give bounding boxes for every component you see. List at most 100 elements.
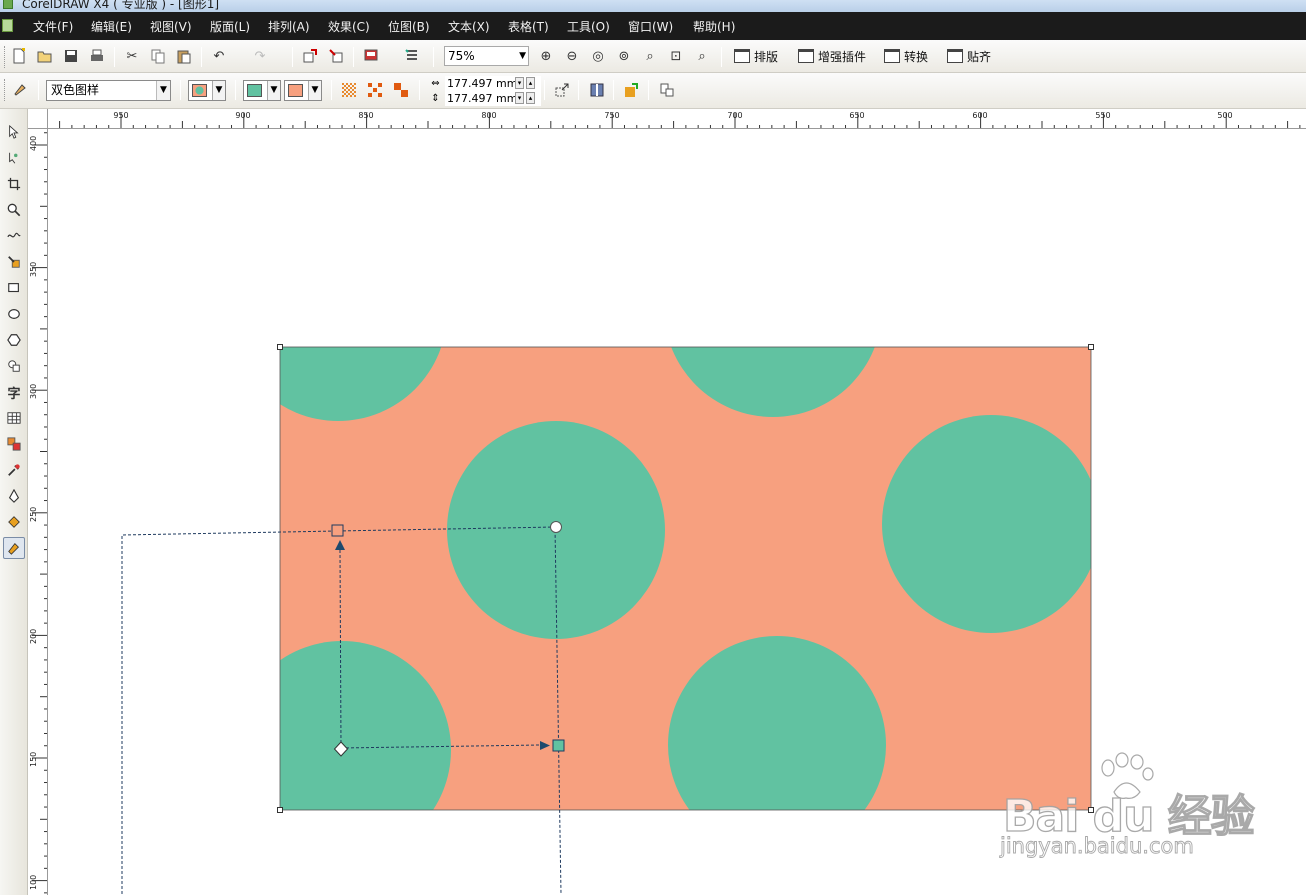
menu-table[interactable]: 表格(T) [508, 19, 549, 35]
menu-window[interactable]: 窗口(W) [628, 19, 673, 35]
freehand-tool-icon[interactable] [3, 225, 25, 247]
back-color-picker[interactable]: ▼ [284, 80, 322, 101]
pattern-picker[interactable]: ▼ [188, 80, 226, 101]
convert-plugin-button[interactable]: 转换 [884, 47, 928, 65]
layout-plugin-button[interactable]: 排版 [734, 47, 778, 65]
h-ruler-label: 800 [481, 111, 497, 120]
zoom-dropdown-icon[interactable]: ▼ [519, 47, 526, 65]
copy-icon[interactable] [148, 46, 168, 66]
interactive-fill-tool-icon[interactable] [3, 537, 25, 559]
tile-height-spinner[interactable]: ▴ [526, 92, 535, 104]
menu-effects[interactable]: 效果(C) [328, 19, 370, 35]
zoom-page-height-icon[interactable]: ⌕ [692, 46, 712, 66]
polygon-tool-icon[interactable] [3, 329, 25, 351]
basic-shapes-tool-icon[interactable] [3, 355, 25, 377]
copy-fill-properties-icon[interactable] [621, 80, 641, 100]
crop-tool-icon[interactable] [3, 173, 25, 195]
tile-width-spinner[interactable]: ▴ [526, 77, 535, 89]
back-color-dropdown-icon[interactable]: ▼ [308, 81, 321, 100]
menu-help[interactable]: 帮助(H) [693, 19, 735, 35]
zoom-selected-icon[interactable]: ◎ [588, 46, 608, 66]
small-tile-icon[interactable] [339, 80, 359, 100]
zoom-page-icon[interactable]: ⌕ [640, 46, 660, 66]
menu-text[interactable]: 文本(X) [448, 19, 490, 35]
open-folder-icon[interactable] [35, 46, 55, 66]
front-color-picker[interactable]: ▼ [243, 80, 281, 101]
tile-width-field[interactable]: ⇔ 177.497 mm ▾ ▴ [429, 76, 541, 91]
export-icon[interactable] [326, 46, 346, 66]
rectangle-tool-icon[interactable] [3, 277, 25, 299]
shape-tool-icon[interactable] [3, 147, 25, 169]
large-tile-icon[interactable] [391, 80, 411, 100]
horizontal-ruler[interactable]: 950 900 850 800 750 700 650 600 550 500 [48, 109, 1306, 129]
fill-tool-icon[interactable] [3, 511, 25, 533]
cut-icon[interactable]: ✂ [122, 46, 142, 66]
menu-layout[interactable]: 版面(L) [210, 19, 250, 35]
h-ruler-label: 600 [972, 111, 988, 120]
medium-tile-icon[interactable] [365, 80, 385, 100]
ellipse-tool-icon[interactable] [3, 303, 25, 325]
front-color-swatch [247, 84, 262, 97]
import-icon[interactable] [300, 46, 320, 66]
welcome-screen-icon[interactable] [402, 46, 422, 66]
zoom-tool-icon[interactable] [3, 199, 25, 221]
vertical-ruler[interactable]: 400 350 300 250 200 150 100 [28, 129, 48, 895]
edit-fill-icon[interactable] [10, 80, 30, 100]
v-ruler-label: 400 [29, 135, 38, 151]
v-ruler-label: 250 [29, 506, 38, 522]
ruler-origin[interactable] [28, 109, 48, 129]
save-icon[interactable] [61, 46, 81, 66]
outline-tool-icon[interactable] [3, 485, 25, 507]
selection-handle[interactable] [277, 807, 283, 813]
enhance-plugin-button[interactable]: 增强插件 [798, 47, 866, 65]
pattern-dropdown-icon[interactable]: ▼ [212, 81, 225, 100]
snap-plugin-button[interactable]: 贴齐 [947, 47, 991, 65]
zoom-level-combo[interactable]: 75% ▼ [444, 46, 529, 66]
application-launcher-icon[interactable] [361, 46, 381, 66]
fill-type-dropdown-icon[interactable]: ▼ [156, 81, 170, 100]
zoom-page-width-icon[interactable]: ⊡ [666, 46, 686, 66]
back-color-node[interactable] [331, 524, 344, 537]
pick-tool-icon[interactable] [3, 121, 25, 143]
app-logo-icon [3, 0, 13, 9]
tile-height-field[interactable]: ⇕ 177.497 mm ▾ ▴ [429, 91, 541, 106]
mirror-tiles-icon[interactable] [587, 80, 607, 100]
undo-icon[interactable]: ↶ [209, 46, 229, 66]
tile-width-unit-down[interactable]: ▾ [515, 77, 524, 89]
interactive-blend-tool-icon[interactable] [3, 433, 25, 455]
eyedropper-tool-icon[interactable] [3, 459, 25, 481]
front-color-dropdown-icon[interactable]: ▼ [267, 81, 280, 100]
menu-arrange[interactable]: 排列(A) [268, 19, 310, 35]
transform-with-object-icon[interactable] [552, 80, 572, 100]
layout-plugin-icon [734, 49, 750, 63]
print-icon[interactable] [87, 46, 107, 66]
document-icon[interactable] [2, 19, 13, 32]
paste-icon[interactable] [174, 46, 194, 66]
pattern-preview-icon [192, 84, 207, 97]
zoom-all-objects-icon[interactable]: ⊚ [614, 46, 634, 66]
text-tool-icon[interactable]: 字 [3, 381, 25, 403]
redo-icon[interactable]: ↷ [250, 46, 270, 66]
menu-view[interactable]: 视图(V) [150, 19, 192, 35]
watermark-url: jingyan.baidu.com [1000, 834, 1195, 859]
coreldraw-window: CorelDRAW X4 ( 专业版 ) - [图形1] 文件(F) 编辑(E)… [0, 0, 1306, 895]
menu-file[interactable]: 文件(F) [33, 19, 73, 35]
tile-height-unit-down[interactable]: ▾ [515, 92, 524, 104]
menu-bitmaps[interactable]: 位图(B) [388, 19, 430, 35]
selection-handle[interactable] [277, 344, 283, 350]
front-color-node[interactable] [552, 739, 565, 752]
rotation-skew-node[interactable] [550, 521, 562, 533]
property-bar-grip[interactable] [4, 79, 7, 101]
menu-edit[interactable]: 编辑(E) [91, 19, 132, 35]
zoom-out-icon[interactable]: ⊖ [562, 46, 582, 66]
selection-handle[interactable] [1088, 344, 1094, 350]
table-tool-icon[interactable] [3, 407, 25, 429]
fill-settings-icon[interactable] [657, 80, 677, 100]
tile-height-icon: ⇕ [431, 93, 440, 104]
zoom-in-icon[interactable]: ⊕ [536, 46, 556, 66]
new-document-icon[interactable] [9, 46, 29, 66]
fill-type-select[interactable]: 双色图样 ▼ [46, 80, 171, 101]
menu-tools[interactable]: 工具(O) [567, 19, 610, 35]
toolbar-grip[interactable] [4, 46, 7, 68]
smart-fill-tool-icon[interactable] [3, 251, 25, 273]
